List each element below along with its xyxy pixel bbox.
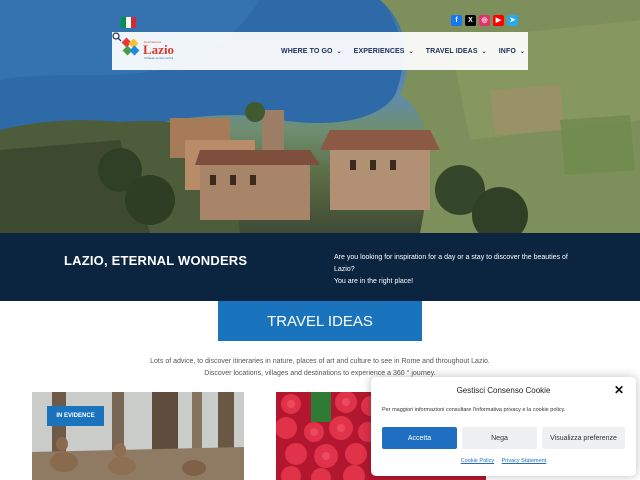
consent-text: Per maggiori informazioni consultare l'i…: [382, 407, 566, 413]
menu-item-label: TRAVEL IDEAS: [425, 47, 478, 55]
intro-text-line: Are you looking for inspiration for a da…: [334, 254, 568, 273]
privacy-statement-link[interactable]: Privacy Statement: [502, 458, 547, 464]
x-icon[interactable]: X: [465, 15, 476, 26]
hero-image: f X ◎ ▶ ➤ Destinazione Lazio Il Paese se…: [0, 0, 640, 233]
instagram-icon[interactable]: ◎: [479, 15, 490, 26]
menu-item-travel-ideas[interactable]: TRAVEL IDEAS ⌄: [426, 48, 487, 55]
menu-item-where-to-go[interactable]: WHERE TO GO ⌄: [281, 48, 342, 55]
main-menu: WHERE TO GO ⌄ EXPERIENCES ⌄ TRAVEL IDEAS…: [281, 32, 537, 70]
cookie-consent-dialog: Gestisci Consenso Cookie ✕ Per maggiori …: [371, 377, 636, 476]
lazio-logo-mark: [121, 37, 140, 56]
view-preferences-button[interactable]: Visualizza preferenze: [542, 427, 625, 449]
menu-item-info[interactable]: INFO ⌄: [499, 48, 525, 55]
telegram-icon[interactable]: ➤: [507, 15, 518, 26]
chevron-down-icon: ⌄: [519, 48, 526, 55]
intro-band: LAZIO, ETERNAL WONDERS Are you looking f…: [0, 233, 640, 301]
chevron-down-icon: ⌄: [336, 48, 342, 55]
menu-item-label: WHERE TO GO: [281, 47, 333, 55]
chevron-down-icon: ⌄: [408, 48, 414, 55]
page-title: LAZIO, ETERNAL WONDERS: [64, 253, 248, 268]
facebook-icon[interactable]: f: [451, 15, 462, 26]
lazio-logo[interactable]: Destinazione Lazio Il Paese senza confin…: [121, 37, 181, 65]
search-icon[interactable]: [112, 32, 122, 42]
cookie-policy-link[interactable]: Cookie Policy: [461, 458, 494, 464]
accept-button[interactable]: Accetta: [382, 427, 457, 449]
consent-links: Cookie Policy Privacy Statement: [371, 458, 636, 464]
menu-item-experiences[interactable]: EXPERIENCES ⌄: [354, 48, 414, 55]
logo-subtitle: Il Paese senza confini: [144, 56, 174, 60]
featured-card-deer[interactable]: IN EVIDENCE: [32, 392, 244, 480]
close-icon[interactable]: ✕: [614, 383, 624, 397]
menu-item-label: EXPERIENCES: [353, 47, 405, 55]
intro-text: Are you looking for inspiration for a da…: [334, 252, 584, 288]
main-navbar: Destinazione Lazio Il Paese senza confin…: [112, 32, 528, 70]
chevron-down-icon: ⌄: [481, 48, 487, 55]
youtube-icon[interactable]: ▶: [493, 15, 504, 26]
menu-item-label: INFO: [498, 47, 516, 55]
travel-ideas-button[interactable]: TRAVEL IDEAS: [218, 301, 422, 341]
italian-flag-icon[interactable]: [121, 17, 136, 28]
intro-text-line: You are in the right place!: [334, 278, 414, 285]
in-evidence-badge: IN EVIDENCE: [47, 406, 104, 426]
intro-line: Lots of advice, to discover itineraries …: [150, 358, 490, 365]
deny-button[interactable]: Nega: [462, 427, 537, 449]
social-links: f X ◎ ▶ ➤: [451, 15, 518, 26]
flag-stripe-red: [131, 17, 136, 28]
consent-title: Gestisci Consenso Cookie: [456, 386, 551, 395]
